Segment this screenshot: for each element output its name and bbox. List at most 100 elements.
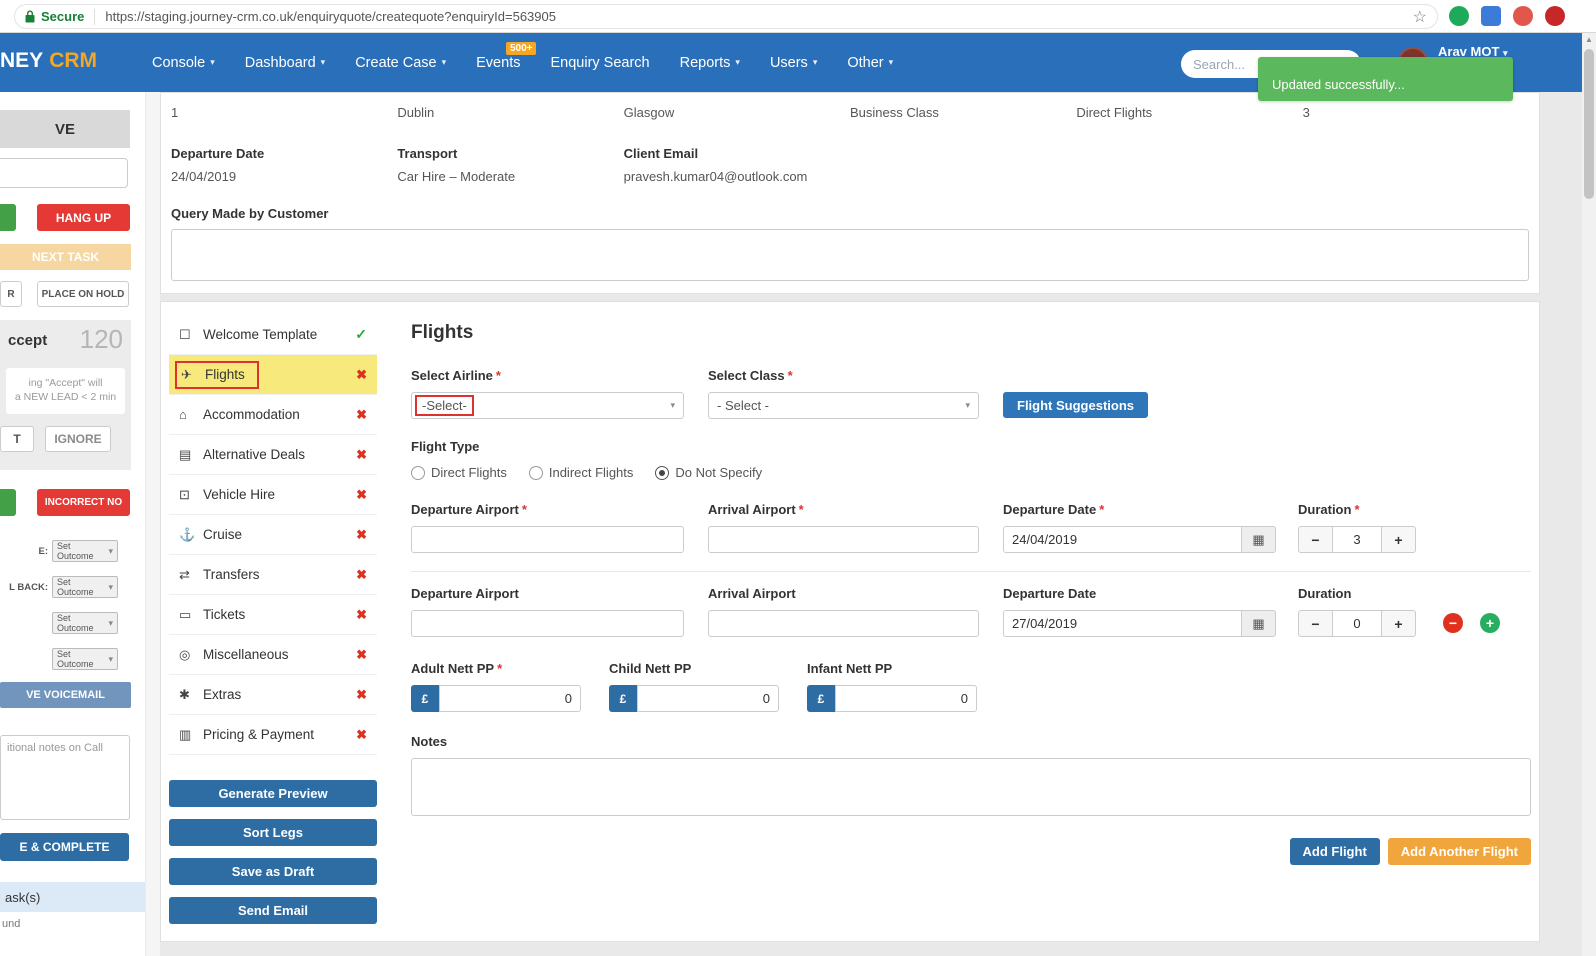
- generate-preview-button[interactable]: Generate Preview: [169, 780, 377, 807]
- set-outcome-select[interactable]: Set Outcome ▾: [52, 648, 118, 670]
- flight-type-indirect-radio[interactable]: Indirect Flights: [528, 465, 633, 480]
- bookmark-star-icon[interactable]: ☆: [1413, 7, 1427, 27]
- section-vehicle-hire[interactable]: ⊡ Vehicle Hire ✖: [169, 475, 377, 515]
- hang-up-button[interactable]: HANG UP: [37, 204, 130, 231]
- outbound-label: und: [2, 918, 21, 930]
- leg2-departure-date-input[interactable]: [1003, 610, 1242, 637]
- section-pricing-payment[interactable]: ▥ Pricing & Payment ✖: [169, 715, 377, 755]
- menu-item-other[interactable]: Other ▾: [847, 55, 893, 71]
- extension-icon-red[interactable]: [1513, 6, 1533, 26]
- save-and-complete-button[interactable]: E & COMPLETE: [0, 833, 129, 861]
- accept-timer: 120: [79, 324, 123, 354]
- set-outcome-select[interactable]: Set Outcome ▾: [52, 576, 118, 598]
- extension-icon-darkred[interactable]: [1545, 6, 1565, 26]
- menu-item-enquiry-search[interactable]: Enquiry Search: [550, 55, 649, 71]
- section-welcome-template[interactable]: ☐ Welcome Template ✓: [169, 315, 377, 355]
- section-miscellaneous[interactable]: ◎ Miscellaneous ✖: [169, 635, 377, 675]
- section-transfers[interactable]: ⇄ Transfers ✖: [169, 555, 377, 595]
- query-made-by-customer-textarea[interactable]: [171, 229, 1529, 281]
- leg1-duration-stepper: − +: [1298, 526, 1416, 553]
- adult-nett-pp-input[interactable]: [439, 685, 581, 712]
- add-flight-button[interactable]: Add Flight: [1289, 838, 1380, 865]
- save-as-draft-button[interactable]: Save as Draft: [169, 858, 377, 885]
- enquiry-summary-card: 1 Dublin Glasgow Business Class Direct F…: [160, 92, 1540, 294]
- sidebar-input[interactable]: [0, 158, 128, 188]
- infant-nett-pp-input[interactable]: [835, 685, 977, 712]
- accept-button-stub[interactable]: T: [0, 426, 34, 452]
- events-count-badge: 500+: [505, 41, 537, 55]
- scroll-up-icon[interactable]: ▲: [1582, 35, 1596, 44]
- section-accommodation[interactable]: ⌂ Accommodation ✖: [169, 395, 377, 435]
- correct-no-button-stub[interactable]: [0, 489, 16, 516]
- padlock-icon: [25, 10, 35, 23]
- incorrect-no-button[interactable]: INCORRECT NO: [37, 489, 130, 516]
- send-email-button[interactable]: Send Email: [169, 897, 377, 924]
- plus-button[interactable]: +: [1381, 526, 1416, 553]
- calendar-icon[interactable]: ▦: [1242, 610, 1276, 637]
- flight-suggestions-button[interactable]: Flight Suggestions: [1003, 392, 1148, 418]
- leg2-arrival-airport-input[interactable]: [708, 610, 979, 637]
- menu-item-dashboard[interactable]: Dashboard ▾: [245, 55, 325, 71]
- extension-icon-blue[interactable]: [1481, 6, 1501, 26]
- next-task-banner[interactable]: NEXT TASK: [0, 244, 131, 270]
- child-nett-pp-input[interactable]: [637, 685, 779, 712]
- arrival-airport-label: Arrival Airport *: [708, 502, 804, 517]
- notes-block: Notes: [411, 734, 1531, 821]
- section-alternative-deals[interactable]: ▤ Alternative Deals ✖: [169, 435, 377, 475]
- leg1-departure-airport-input[interactable]: [411, 526, 684, 553]
- brand-logo[interactable]: NEY CRM: [0, 49, 97, 73]
- select-class-dropdown[interactable]: - Select - ▾: [708, 392, 979, 419]
- leg2-duration-value[interactable]: [1333, 610, 1381, 637]
- chevron-down-icon: ▾: [670, 400, 675, 410]
- section-tickets[interactable]: ▭ Tickets ✖: [169, 595, 377, 635]
- list-icon: ▤: [179, 446, 192, 462]
- calendar-icon[interactable]: ▦: [1242, 526, 1276, 553]
- minus-button[interactable]: −: [1298, 610, 1333, 637]
- chevron-down-icon: ▾: [108, 653, 113, 664]
- call-notes-textarea[interactable]: [0, 735, 130, 820]
- child-nett-pp-label: Child Nett PP: [609, 661, 692, 676]
- leg1-duration-value[interactable]: [1333, 526, 1381, 553]
- query-label: Query Made by Customer: [171, 206, 329, 221]
- add-another-flight-button[interactable]: Add Another Flight: [1387, 838, 1531, 865]
- flight-type-direct-radio[interactable]: Direct Flights: [411, 465, 507, 480]
- section-cruise[interactable]: ⚓ Cruise ✖: [169, 515, 377, 555]
- ignore-button[interactable]: IGNORE: [45, 426, 111, 452]
- place-on-hold-button[interactable]: PLACE ON HOLD: [37, 281, 129, 307]
- set-outcome-select[interactable]: Set Outcome ▾: [52, 540, 118, 562]
- menu-item-console[interactable]: Console ▾: [152, 55, 215, 71]
- extension-icon-green[interactable]: [1449, 6, 1469, 26]
- menu-item-reports[interactable]: Reports ▾: [680, 55, 740, 71]
- sidebar-scrollbar[interactable]: [145, 92, 160, 956]
- plus-button[interactable]: +: [1381, 610, 1416, 637]
- menu-item-users[interactable]: Users ▾: [770, 55, 817, 71]
- section-flights[interactable]: ✈ Flights ✖: [169, 355, 377, 395]
- radio-icon: [528, 465, 543, 480]
- add-leg-icon[interactable]: +: [1480, 613, 1500, 633]
- section-extras[interactable]: ✱ Extras ✖: [169, 675, 377, 715]
- arrival-airport-label: Arrival Airport: [708, 586, 796, 601]
- success-toast: Updated successfully...: [1258, 57, 1513, 101]
- remove-leg-icon[interactable]: −: [1443, 613, 1463, 633]
- scrollbar-thumb[interactable]: [1584, 49, 1594, 199]
- leave-voicemail-button[interactable]: VE VOICEMAIL: [0, 682, 131, 708]
- outcome-row: Set Outcome ▾: [0, 612, 131, 634]
- address-bar[interactable]: Secure https://staging.journey-crm.co.uk…: [14, 4, 1438, 29]
- chevron-down-icon: ▾: [108, 617, 113, 628]
- answer-button-stub[interactable]: [0, 204, 16, 231]
- quote-section-nav: ☐ Welcome Template ✓ ✈ Flights ✖ ⌂ Accom…: [169, 315, 377, 924]
- minus-button[interactable]: −: [1298, 526, 1333, 553]
- page-scrollbar[interactable]: ▲: [1582, 33, 1596, 956]
- leg2-departure-airport-input[interactable]: [411, 610, 684, 637]
- select-airline-dropdown[interactable]: -Select- ▾: [411, 392, 684, 419]
- transfer-button-stub[interactable]: R: [0, 281, 22, 307]
- leg1-arrival-airport-input[interactable]: [708, 526, 979, 553]
- cross-icon: ✖: [356, 486, 367, 502]
- flight-type-do-not-specify-radio[interactable]: Do Not Specify: [655, 465, 762, 480]
- leg1-departure-date-input[interactable]: [1003, 526, 1242, 553]
- set-outcome-select[interactable]: Set Outcome ▾: [52, 612, 118, 634]
- menu-item-events[interactable]: Events 500+: [476, 41, 537, 71]
- flight-notes-textarea[interactable]: [411, 758, 1531, 816]
- sort-legs-button[interactable]: Sort Legs: [169, 819, 377, 846]
- menu-item-create-case[interactable]: Create Case ▾: [355, 55, 446, 71]
